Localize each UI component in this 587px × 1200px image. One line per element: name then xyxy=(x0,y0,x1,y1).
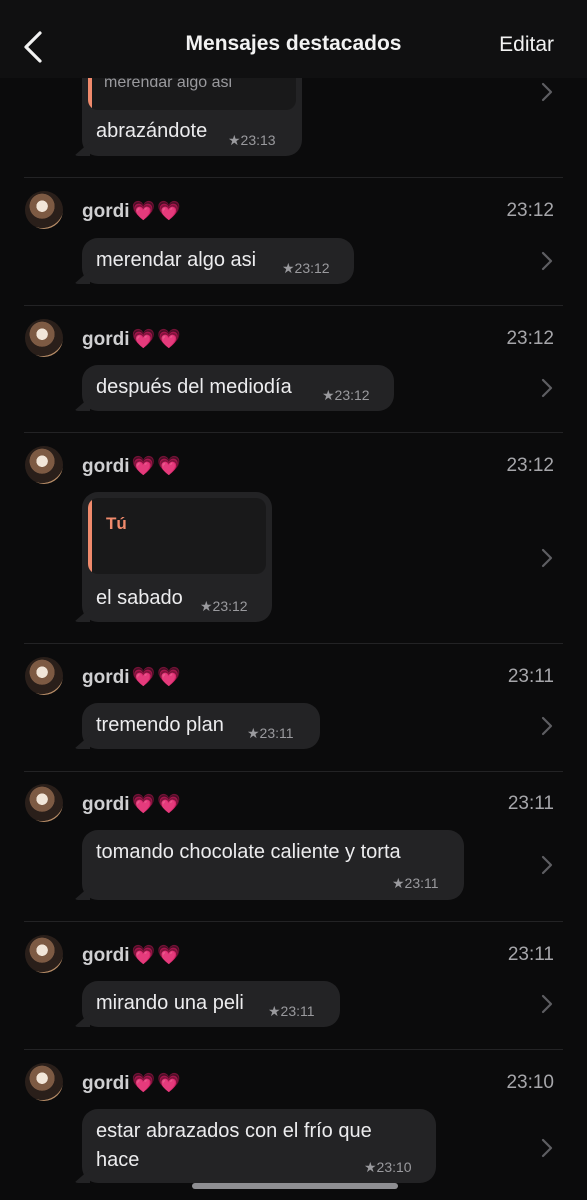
bubble-tail xyxy=(74,1013,90,1027)
heart-emoji-icon: 💗💗 xyxy=(131,456,183,477)
starred-timestamp: ★23:11 xyxy=(247,725,294,741)
heart-emoji-icon: 💗💗 xyxy=(131,329,183,350)
message-text: abrazándote xyxy=(96,120,208,142)
message-bubble: tremendo plan ★23:11 xyxy=(74,703,320,749)
avatar xyxy=(25,784,63,822)
sender-name: gordi 💗💗 xyxy=(82,794,183,815)
chevron-right-icon xyxy=(541,82,553,102)
sender-name: gordi 💗💗 xyxy=(82,456,183,477)
message-text: mirando una peli xyxy=(96,992,244,1014)
heart-emoji-icon: 💗💗 xyxy=(131,945,183,966)
message-text: tomando chocolate caliente y torta xyxy=(96,841,401,863)
chevron-right-icon xyxy=(541,994,553,1014)
avatar xyxy=(25,1063,63,1101)
message-time: 23:11 xyxy=(507,666,554,687)
bubble-tail xyxy=(74,142,90,156)
sender-name: gordi 💗💗 xyxy=(82,945,183,966)
heart-emoji-icon: 💗💗 xyxy=(131,667,183,688)
home-indicator xyxy=(192,1183,398,1189)
bubble-tail xyxy=(74,270,90,284)
avatar xyxy=(25,446,63,484)
message-bubble: mirando una peli ★23:11 xyxy=(74,981,340,1027)
sender-name: gordi 💗💗 xyxy=(82,201,183,222)
message-text-line2: hace xyxy=(96,1149,140,1171)
heart-emoji-icon: 💗💗 xyxy=(131,201,183,222)
starred-timestamp: ★23:13 xyxy=(228,132,276,148)
chevron-right-icon xyxy=(541,1138,553,1158)
message-item[interactable]: gordi 💗💗 23:10 estar abrazados con el frí… xyxy=(0,1050,587,1200)
quoted-message: Tú xyxy=(88,498,266,574)
message-bubble: merendar algo asi ★23:12 xyxy=(74,238,354,284)
message-bubble: después del mediodía ★23:12 xyxy=(74,365,394,411)
starred-timestamp: ★23:11 xyxy=(392,875,439,891)
quote-author: Tú xyxy=(106,514,127,533)
message-text: merendar algo asi xyxy=(96,249,257,271)
starred-timestamp: ★23:12 xyxy=(200,598,248,614)
starred-timestamp: ★23:12 xyxy=(282,260,330,276)
avatar xyxy=(25,191,63,229)
chevron-right-icon xyxy=(541,855,553,875)
sender-name: gordi 💗💗 xyxy=(82,667,183,688)
starred-timestamp: ★23:12 xyxy=(322,387,370,403)
message-time: 23:11 xyxy=(507,793,554,814)
message-text: tremendo plan xyxy=(96,714,224,736)
message-bubble: Tú el sabado ★23:12 xyxy=(74,492,272,622)
message-item[interactable]: gordi 💗💗 23:12 Tú el sabado ★23:12 xyxy=(0,433,587,644)
edit-button[interactable]: Editar xyxy=(499,33,554,57)
message-bubble: estar abrazados con el frío que hace ★23… xyxy=(74,1109,436,1183)
chevron-right-icon xyxy=(541,251,553,271)
sender-name: gordi 💗💗 xyxy=(82,329,183,350)
message-time: 23:12 xyxy=(506,455,554,476)
avatar xyxy=(25,657,63,695)
message-text: después del mediodía xyxy=(96,376,292,398)
chevron-right-icon xyxy=(541,548,553,568)
bubble-tail xyxy=(74,886,90,900)
navigation-bar: Mensajes destacados Editar xyxy=(0,0,587,78)
heart-emoji-icon: 💗💗 xyxy=(131,794,183,815)
starred-messages-list: merendar algo asi abrazándote ★23:13 gor… xyxy=(0,0,587,1200)
bubble-tail xyxy=(74,735,90,749)
heart-emoji-icon: 💗💗 xyxy=(131,1073,183,1094)
sender-name: gordi 💗💗 xyxy=(82,1073,183,1094)
quote-bar xyxy=(88,498,92,574)
message-text-line1: estar abrazados con el frío que xyxy=(96,1120,372,1142)
avatar xyxy=(25,319,63,357)
message-item[interactable]: gordi 💗💗 23:11 mirando una peli ★23:11 xyxy=(0,922,587,1050)
message-text: el sabado xyxy=(96,587,183,609)
bubble-tail xyxy=(74,608,90,622)
message-time: 23:12 xyxy=(506,328,554,349)
message-item[interactable]: gordi 💗💗 23:11 tomando chocolate caliente… xyxy=(0,771,587,922)
bubble-tail xyxy=(74,397,90,411)
chevron-right-icon xyxy=(541,378,553,398)
starred-timestamp: ★23:10 xyxy=(364,1159,412,1175)
avatar xyxy=(25,935,63,973)
message-time: 23:11 xyxy=(507,944,554,965)
chevron-right-icon xyxy=(541,716,553,736)
message-time: 23:10 xyxy=(506,1072,554,1093)
message-item[interactable]: gordi 💗💗 23:12 merendar algo asi ★23:12 xyxy=(0,178,587,306)
message-item[interactable]: gordi 💗💗 23:12 después del mediodía ★23:1… xyxy=(0,306,587,434)
message-item[interactable]: gordi 💗💗 23:11 tremendo plan ★23:11 xyxy=(0,644,587,772)
starred-timestamp: ★23:11 xyxy=(268,1003,315,1019)
message-bubble: tomando chocolate caliente y torta ★23:1… xyxy=(74,830,464,900)
bubble-tail xyxy=(74,1169,90,1183)
message-time: 23:12 xyxy=(506,200,554,221)
